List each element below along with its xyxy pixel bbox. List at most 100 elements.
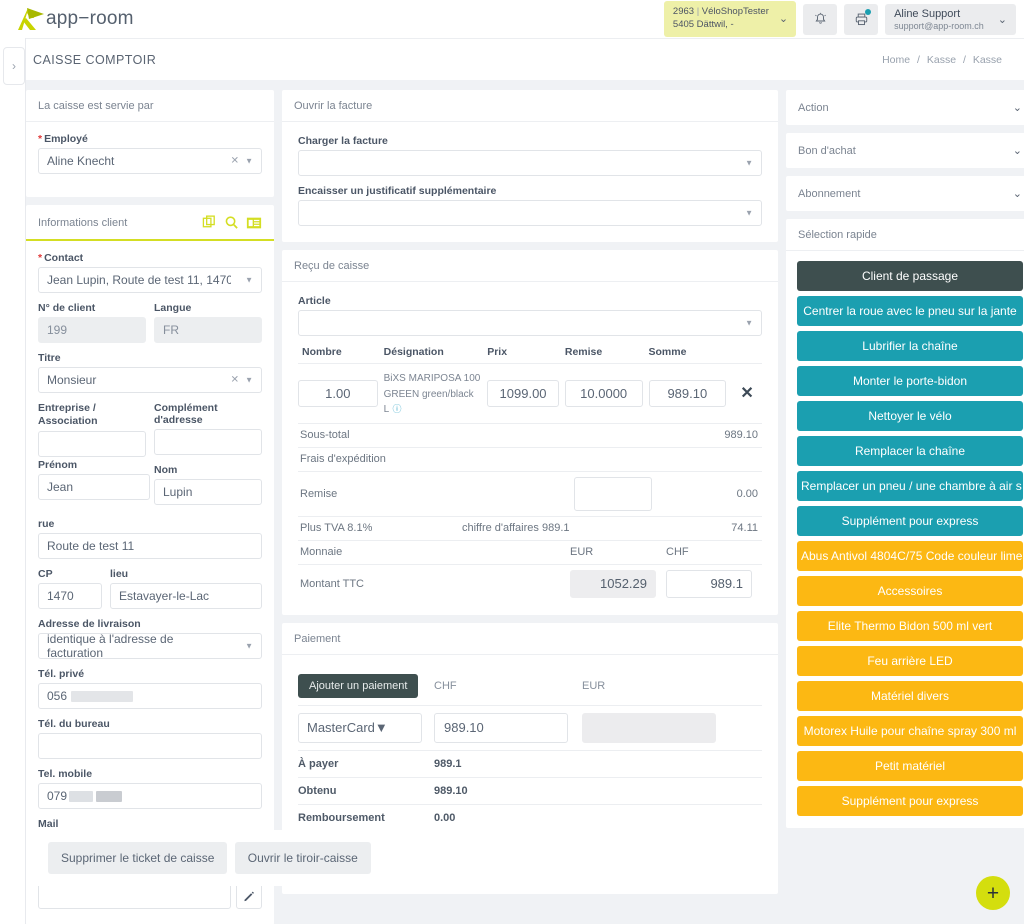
col-header-designation: Désignation bbox=[384, 346, 488, 358]
payment-card-title: Paiement bbox=[282, 623, 778, 655]
delete-receipt-button[interactable]: Supprimer le ticket de caisse bbox=[48, 842, 227, 874]
client-type-edit-button[interactable] bbox=[236, 883, 262, 909]
panel-subscription-title: Abonnement bbox=[798, 188, 860, 200]
panel-action[interactable]: Action ⌄ bbox=[786, 90, 1024, 125]
panel-voucher-title: Bon d'achat bbox=[798, 145, 856, 157]
row-sum-input[interactable]: 989.10 bbox=[649, 380, 727, 407]
receipt-table-header: Nombre Désignation Prix Remise Somme bbox=[298, 340, 762, 364]
tenant-selector[interactable]: 2963 | VéloShopTester 5405 Dättwil, - ⌄ bbox=[664, 1, 796, 37]
company-input[interactable] bbox=[38, 431, 146, 457]
app-logo[interactable]: app−room bbox=[14, 6, 134, 32]
street-input[interactable]: Route de test 11 bbox=[38, 533, 262, 559]
phone-mobile-input[interactable]: 079 bbox=[38, 783, 262, 809]
quick-button-supplement-express-amber[interactable]: Supplément pour express bbox=[797, 786, 1023, 816]
phone-private-input[interactable]: 056 bbox=[38, 683, 262, 709]
payment-method-select[interactable]: MasterCard ▼ bbox=[298, 713, 422, 743]
phone-mobile-field: Tel. mobile 079 bbox=[38, 768, 262, 809]
quick-button-materiel-divers[interactable]: Matériel divers bbox=[797, 681, 1023, 711]
row-quantity-input[interactable]: 1.00 bbox=[298, 380, 378, 407]
payment-entry-row: MasterCard ▼ 989.10 bbox=[298, 706, 762, 751]
bell-icon bbox=[813, 12, 828, 27]
quick-button-centrer-la-roue[interactable]: Centrer la roue avec le pneu sur la jant… bbox=[797, 296, 1023, 326]
quick-button-motorex-huile[interactable]: Motorex Huile pour chaîne spray 300 ml bbox=[797, 716, 1023, 746]
extra-receipt-field: Encaisser un justificatif supplémentaire… bbox=[298, 185, 762, 226]
panel-action-title: Action bbox=[798, 102, 829, 114]
row-quantity-cell: 1.00 bbox=[298, 380, 384, 407]
load-invoice-select[interactable]: ▼ bbox=[298, 150, 762, 176]
extra-receipt-select[interactable]: ▼ bbox=[298, 200, 762, 226]
breadcrumb-item-home[interactable]: Home bbox=[882, 54, 910, 66]
vat-row: Plus TVA 8.1% chiffre d'affaires 989.1 7… bbox=[298, 517, 762, 541]
payment-col-eur: EUR bbox=[582, 680, 722, 692]
breadcrumb-sep: / bbox=[963, 54, 966, 66]
payment-chf-input[interactable]: 989.10 bbox=[434, 713, 568, 743]
discount-input[interactable] bbox=[574, 477, 652, 511]
client-card-body: *Contact Jean Lupin, Route de test 11, 1… bbox=[26, 241, 274, 924]
phone-office-input[interactable] bbox=[38, 733, 262, 759]
col-header-actions bbox=[732, 346, 762, 358]
quick-button-nettoyer-velo[interactable]: Nettoyer le vélo bbox=[797, 401, 1023, 431]
complement-input[interactable] bbox=[154, 429, 262, 455]
panel-voucher[interactable]: Bon d'achat ⌄ bbox=[786, 133, 1024, 168]
app-root: app−room 2963 | VéloShopTester 5405 Dätt… bbox=[0, 0, 1024, 924]
delivery-address-select[interactable]: identique à l'adresse de facturation ▼ bbox=[38, 633, 262, 659]
complement-field: Complément d'adresse Nom Lupin bbox=[154, 402, 262, 505]
user-menu[interactable]: Aline Support support@app-room.ch ⌄ bbox=[885, 4, 1016, 35]
employee-select[interactable]: Aline Knecht ✕ ▼ bbox=[38, 148, 262, 174]
zip-input[interactable]: 1470 bbox=[38, 583, 102, 609]
close-icon[interactable]: ✕ bbox=[740, 385, 753, 402]
cashier-card: La caisse est servie par *Employé Aline … bbox=[26, 90, 274, 197]
clear-icon[interactable]: ✕ bbox=[231, 375, 239, 386]
delivery-address-value: identique à l'adresse de facturation bbox=[47, 632, 231, 660]
title-value: Monsieur bbox=[47, 373, 96, 387]
total-chf-input[interactable]: 989.1 bbox=[666, 570, 752, 598]
notifications-button[interactable] bbox=[803, 4, 837, 35]
client-card-actions bbox=[202, 215, 262, 230]
sidebar-toggle-button[interactable]: › bbox=[3, 47, 25, 85]
copy-icon[interactable] bbox=[202, 215, 217, 230]
payment-eur-input bbox=[582, 713, 716, 743]
add-payment-button[interactable]: Ajouter un paiement bbox=[298, 674, 418, 698]
tenant-shop: VéloShopTester bbox=[702, 6, 769, 17]
vat-label: Plus TVA 8.1% bbox=[300, 522, 462, 534]
add-payment-cell: Ajouter un paiement bbox=[298, 674, 434, 698]
help-circle-icon[interactable]: ⓘ bbox=[393, 404, 402, 414]
clear-icon[interactable]: ✕ bbox=[231, 156, 239, 167]
col-header-prix: Prix bbox=[487, 346, 565, 358]
chevron-down-icon: ▼ bbox=[245, 276, 253, 285]
row-discount-input[interactable]: 10.0000 bbox=[565, 380, 643, 407]
title-select[interactable]: Monsieur ✕ ▼ bbox=[38, 367, 262, 393]
quick-button-client-de-passage[interactable]: Client de passage bbox=[797, 261, 1023, 291]
quick-button-accessoires[interactable]: Accessoires bbox=[797, 576, 1023, 606]
lastname-input[interactable]: Lupin bbox=[154, 479, 262, 505]
client-card-title: Informations client bbox=[38, 217, 127, 229]
open-cash-drawer-button[interactable]: Ouvrir le tiroir-caisse bbox=[235, 842, 371, 874]
zip-field: CP 1470 bbox=[38, 568, 102, 609]
quick-button-abus-antivol[interactable]: Abus Antivol 4804C/75 Code couleur lime bbox=[797, 541, 1023, 571]
quick-button-elite-thermo-bidon[interactable]: Elite Thermo Bidon 500 ml vert bbox=[797, 611, 1023, 641]
breadcrumb-item-kasse[interactable]: Kasse bbox=[927, 54, 956, 66]
street-label: rue bbox=[38, 518, 262, 530]
quick-button-lubrifier-chaine[interactable]: Lubrifier la chaîne bbox=[797, 331, 1023, 361]
add-floating-button[interactable]: + bbox=[976, 876, 1010, 910]
lastname-label: Nom bbox=[154, 464, 262, 476]
contact-select[interactable]: Jean Lupin, Route de test 11, 1470 Est..… bbox=[38, 267, 262, 293]
contact-field: *Contact Jean Lupin, Route de test 11, 1… bbox=[38, 252, 262, 293]
quick-button-petit-materiel[interactable]: Petit matériel bbox=[797, 751, 1023, 781]
phone-office-label: Tél. du bureau bbox=[38, 718, 262, 730]
panel-subscription[interactable]: Abonnement ⌄ bbox=[786, 176, 1024, 211]
article-select[interactable]: ▼ bbox=[298, 310, 762, 336]
quick-button-remplacer-pneu[interactable]: Remplacer un pneu / une chambre à air s bbox=[797, 471, 1023, 501]
redacted-block bbox=[71, 691, 133, 702]
printer-button[interactable] bbox=[844, 4, 878, 35]
card-list-icon[interactable] bbox=[246, 216, 262, 230]
quick-button-remplacer-chaine[interactable]: Remplacer la chaîne bbox=[797, 436, 1023, 466]
quick-button-feu-arriere-led[interactable]: Feu arrière LED bbox=[797, 646, 1023, 676]
payment-method-cell: MasterCard ▼ bbox=[298, 713, 434, 743]
client-type-input[interactable] bbox=[38, 883, 231, 909]
quick-button-porte-bidon[interactable]: Monter le porte-bidon bbox=[797, 366, 1023, 396]
quick-button-supplement-express-teal[interactable]: Supplément pour express bbox=[797, 506, 1023, 536]
city-input[interactable]: Estavayer-le-Lac bbox=[110, 583, 262, 609]
search-icon[interactable] bbox=[224, 215, 239, 230]
row-price-input[interactable]: 1099.00 bbox=[487, 380, 559, 407]
